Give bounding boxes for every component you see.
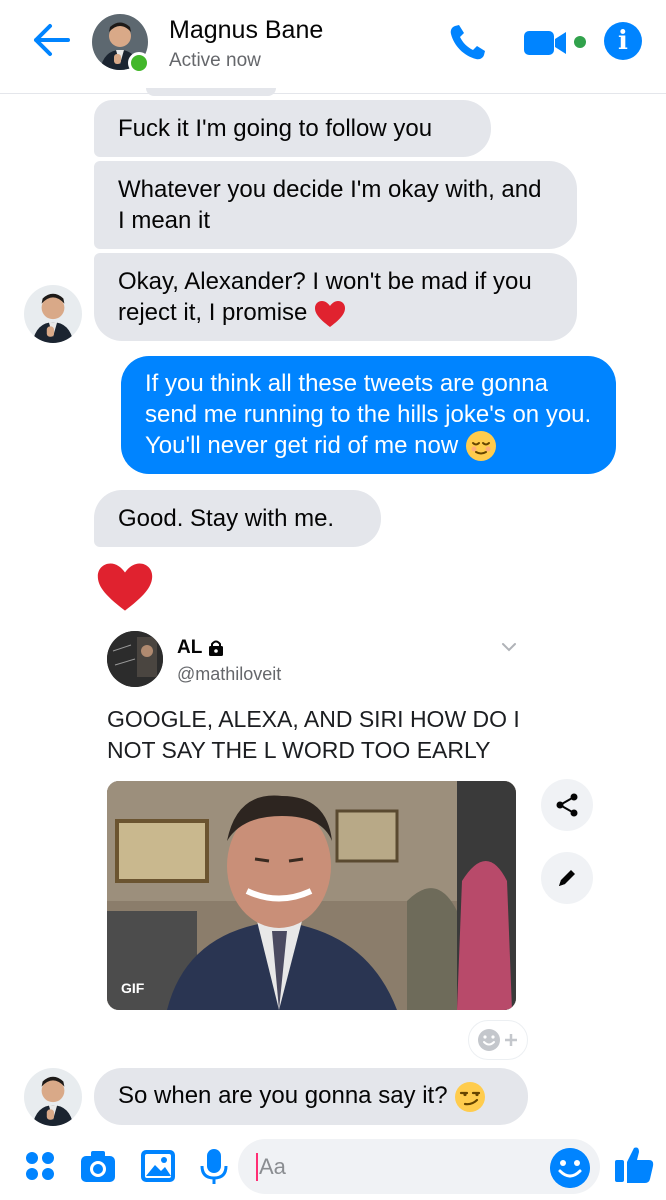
message-text: Good. Stay with me. [118,505,335,532]
gallery-icon[interactable] [138,1146,178,1186]
microphone-icon[interactable] [194,1146,234,1186]
previous-message-fragment [146,88,276,96]
message-text: Whatever you decide I'm okay with, and I… [118,176,542,234]
tweet-author-avatar[interactable] [107,631,163,687]
video-call-icon[interactable] [522,28,570,58]
back-arrow-icon[interactable] [30,22,72,58]
message-input-placeholder: Aa [259,1154,286,1179]
message-bubble-sent[interactable]: If you think all these tweets are gonna … [121,356,616,474]
tweet-author-name-row[interactable]: AL [177,637,224,659]
message-bubble-received[interactable]: So when are you gonna say it? [94,1068,528,1125]
message-text: If you think all these tweets are gonna … [145,369,592,459]
plus-icon [505,1034,517,1046]
message-input[interactable]: Aa [238,1139,600,1194]
share-button[interactable] [541,779,593,831]
red-heart-emoji-icon [315,300,346,327]
video-active-dot [574,36,586,48]
tweet-author-name: AL [177,637,203,658]
sender-avatar[interactable] [24,1068,82,1126]
large-red-heart-emoji-icon[interactable] [96,561,154,613]
message-bubble-received[interactable]: Okay, Alexander? I won't be mad if you r… [94,253,577,341]
info-icon[interactable]: i [604,22,642,60]
message-bubble-received[interactable]: Whatever you decide I'm okay with, and I… [94,161,577,249]
contact-name[interactable]: Magnus Bane [169,16,323,45]
relieved-face-emoji-icon [465,431,496,462]
sender-avatar[interactable] [24,285,82,343]
pencil-icon [559,870,575,886]
thumbs-up-icon[interactable] [612,1142,656,1186]
smirking-face-emoji-icon [455,1081,486,1112]
edit-button[interactable] [541,852,593,904]
more-options-icon[interactable] [20,1146,60,1186]
chevron-down-icon[interactable] [500,640,518,654]
message-bubble-received[interactable]: Fuck it I'm going to follow you [94,100,491,157]
lock-icon [209,640,224,656]
active-status: Active now [169,50,261,71]
gif-badge: GIF [121,980,145,996]
text-caret [256,1153,258,1181]
message-text: So when are you gonna say it? [118,1082,448,1110]
smiley-reaction-icon [478,1029,500,1051]
message-bubble-received[interactable]: Good. Stay with me. [94,490,381,547]
phone-call-icon[interactable] [446,22,488,64]
tweet-text: GOOGLE, ALEXA, AND SIRI HOW DO I NOT SAY… [107,706,520,763]
add-reaction-button[interactable] [468,1020,528,1060]
online-indicator [128,52,150,74]
message-text: Fuck it I'm going to follow you [118,115,433,142]
emoji-picker-icon[interactable] [550,1148,590,1188]
conversation-header: Magnus Bane Active now i [0,0,666,94]
tweet-author-handle[interactable]: @mathiloveit [177,664,281,685]
camera-icon[interactable] [78,1146,118,1186]
share-icon [556,793,578,817]
message-composer: Aa [0,1132,666,1200]
tweet-gif[interactable]: GIF [107,781,516,1010]
